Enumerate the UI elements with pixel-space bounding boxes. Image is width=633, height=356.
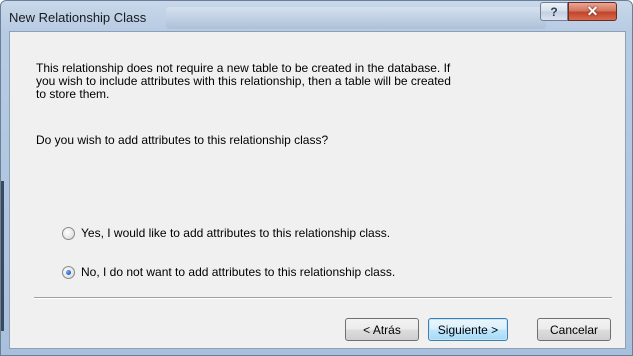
option-no-label[interactable]: No, I do not want to add attributes to t… [81,265,395,279]
window-title: New Relationship Class [9,10,147,25]
close-icon: ✕ [586,3,599,19]
next-button[interactable]: Siguiente > [428,318,508,341]
divider [34,297,612,299]
option-yes-label[interactable]: Yes, I would like to add attributes to t… [81,226,390,240]
cancel-button[interactable]: Cancelar [537,318,611,341]
question-text: Do you wish to add attributes to this re… [36,133,329,147]
radio-no[interactable] [62,265,75,279]
option-yes[interactable]: Yes, I would like to add attributes to t… [62,226,390,240]
option-no[interactable]: No, I do not want to add attributes to t… [62,265,395,279]
radio-yes[interactable] [62,226,75,240]
description-line: to store them. [36,87,110,101]
back-button[interactable]: < Atrás [345,318,419,341]
description-text: This relationship does not require a new… [36,62,506,101]
help-button[interactable]: ? [540,2,568,21]
close-button[interactable]: ✕ [568,2,617,21]
title-bar[interactable]: New Relationship Class ? ✕ [1,1,632,31]
dialog-content: This relationship does not require a new… [9,31,626,349]
background-toolbar-ghost [166,7,546,29]
dialog-window: New Relationship Class ? ✕ This relation… [0,0,633,356]
help-icon: ? [550,4,558,19]
background-window-edge [1,181,4,331]
